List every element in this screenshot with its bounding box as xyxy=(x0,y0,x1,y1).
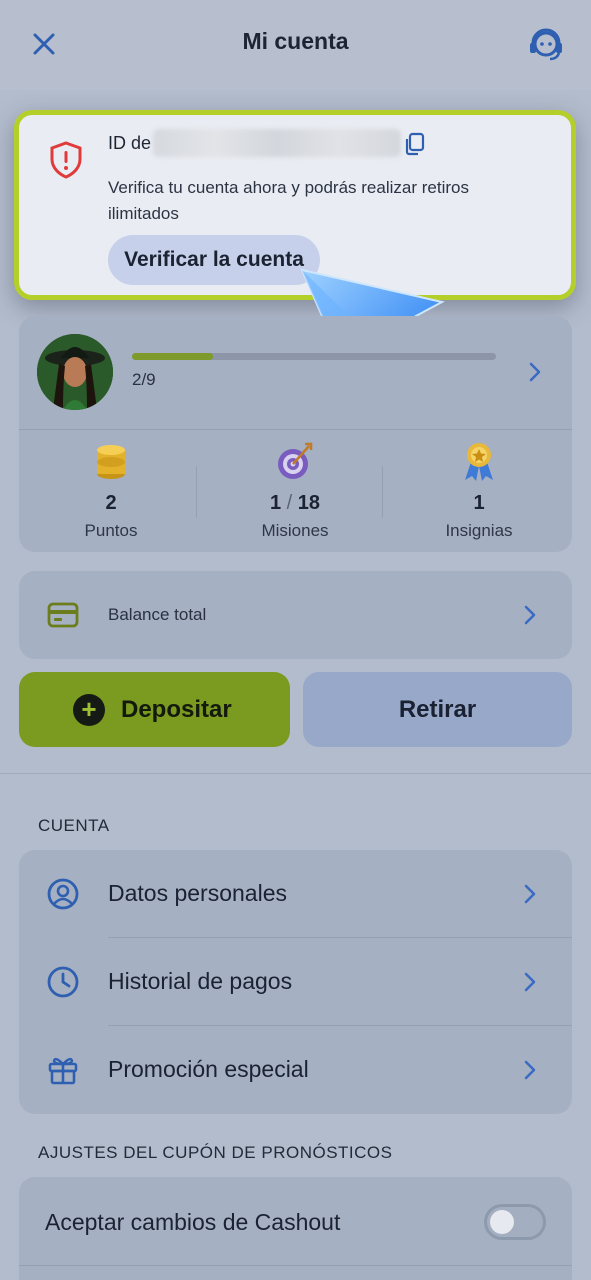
user-circle-icon xyxy=(47,878,79,910)
deposit-button[interactable]: + Depositar xyxy=(19,672,290,747)
chevron-right-icon xyxy=(524,884,536,904)
level-progress-text: 2/9 xyxy=(132,370,156,389)
stat-points[interactable]: 2 Puntos xyxy=(19,440,203,541)
copy-icon[interactable] xyxy=(404,132,426,156)
account-id-redacted xyxy=(153,129,401,157)
shield-warning-icon xyxy=(50,141,82,179)
chevron-right-icon xyxy=(524,605,536,625)
badges-value: 1 xyxy=(473,492,485,514)
level-progress-bar xyxy=(132,353,496,360)
section-title-coupon-settings: AJUSTES DEL CUPÓN DE PRONÓSTICOS xyxy=(38,1143,393,1162)
menu-item-label: Promoción especial xyxy=(108,1056,309,1082)
chevron-right-icon xyxy=(524,1060,536,1080)
missions-value: 1 / 18 xyxy=(269,492,321,514)
headset-support-icon[interactable] xyxy=(525,24,567,66)
chevron-right-icon xyxy=(524,972,536,992)
medal-icon xyxy=(465,443,493,481)
stat-badges[interactable]: 1 Insignias xyxy=(387,440,571,541)
avatar[interactable] xyxy=(37,334,113,410)
menu-item-payment-history[interactable]: Historial de pagos xyxy=(19,938,572,1026)
app-header: Mi cuenta xyxy=(0,0,591,90)
withdraw-button[interactable]: Retirar xyxy=(303,672,572,747)
toggle-knob xyxy=(490,1210,514,1234)
stat-missions[interactable]: 1 / 18 Misiones xyxy=(203,440,387,541)
account-menu: Datos personales Historial de pagos Prom… xyxy=(19,850,572,1114)
cashout-changes-label: Aceptar cambios de Cashout xyxy=(45,1209,341,1235)
badges-label: Insignias xyxy=(445,521,513,540)
verify-account-button[interactable]: Verificar la cuenta xyxy=(108,235,320,285)
clock-icon xyxy=(47,966,79,998)
credit-card-icon xyxy=(47,602,79,628)
verification-banner: ID de Verifica tu cuenta ahora y podrás … xyxy=(14,110,576,300)
divider xyxy=(19,1265,572,1266)
divider xyxy=(0,773,591,774)
plus-circle-icon: + xyxy=(73,694,105,726)
points-value: 2 xyxy=(105,492,117,514)
balance-total-row[interactable]: Balance total xyxy=(19,571,572,659)
chevron-right-icon[interactable] xyxy=(528,362,542,382)
balance-label: Balance total xyxy=(108,605,207,624)
verification-description: Verifica tu cuenta ahora y podrás realiz… xyxy=(108,178,469,223)
menu-item-personal-data[interactable]: Datos personales xyxy=(19,850,572,938)
divider xyxy=(196,466,197,518)
profile-card: 2/9 2 Puntos 1 / 18 Misiones 1 Insignias xyxy=(19,316,572,552)
section-title-account: CUENTA xyxy=(38,816,110,835)
points-label: Puntos xyxy=(84,521,138,540)
coupon-settings-card: Aceptar cambios de Cashout xyxy=(19,1177,572,1280)
gift-icon xyxy=(48,1057,78,1085)
coins-icon xyxy=(97,445,125,479)
missions-label: Misiones xyxy=(261,521,329,540)
deposit-label: Depositar xyxy=(121,696,232,723)
cashout-changes-toggle[interactable] xyxy=(484,1204,546,1240)
page-title: Mi cuenta xyxy=(242,28,349,54)
divider xyxy=(382,466,383,518)
menu-item-label: Historial de pagos xyxy=(108,968,293,994)
target-icon xyxy=(278,442,313,479)
divider xyxy=(19,429,572,430)
menu-item-label: Datos personales xyxy=(108,880,287,906)
account-id-label: ID de xyxy=(108,133,152,153)
menu-item-special-promotion[interactable]: Promoción especial xyxy=(19,1026,572,1114)
